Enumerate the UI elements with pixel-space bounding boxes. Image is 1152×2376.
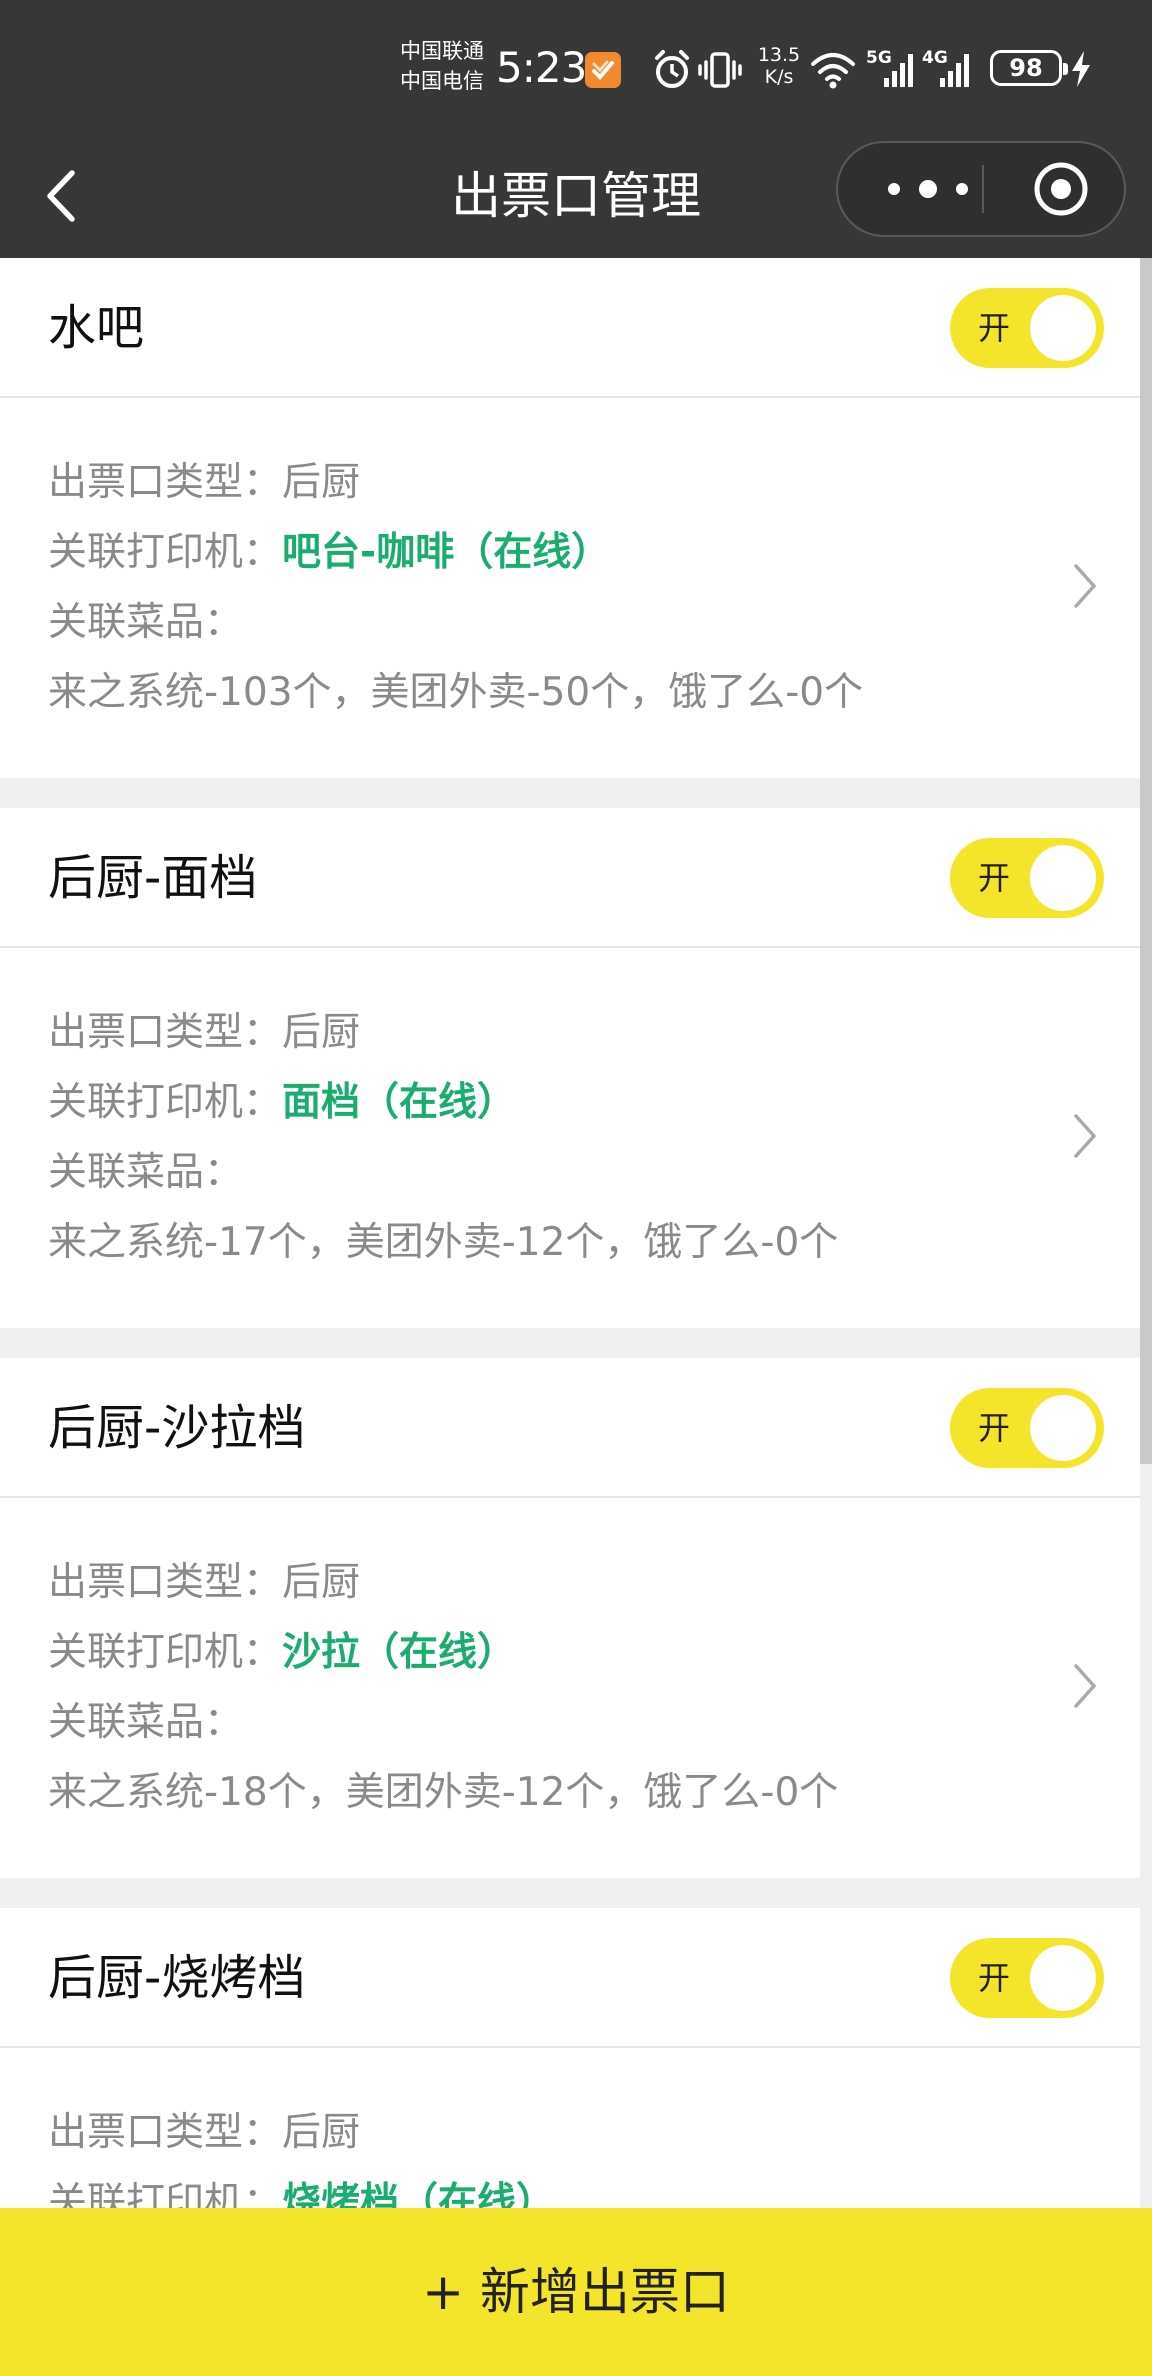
outlet-name: 后厨-面档 [48, 850, 258, 906]
type-value: 后厨 [282, 1010, 361, 1055]
add-ticket-outlet-button[interactable]: + 新增出票口 [0, 2208, 1152, 2376]
toggle-label: 开 [978, 859, 1011, 897]
outlet-name: 后厨-烧烤档 [48, 1950, 306, 2006]
chevron-right-icon [1074, 1664, 1096, 1708]
outlet-toggle[interactable]: 开 [950, 288, 1104, 368]
printer-value: 吧台-咖啡（在线） [282, 530, 611, 575]
toggle-label: 开 [978, 1959, 1011, 1997]
status-bar: 中国联通 中国电信 5:23 5G 4G 13.5 K/s 98 [0, 0, 1152, 135]
card-header: 后厨-沙拉档 开 [0, 1358, 1140, 1498]
notification-app-icon [585, 52, 621, 88]
card-detail-link[interactable]: 出票口类型：后厨 关联打印机：吧台-咖啡（在线） 关联菜品： 来之系统-103个… [0, 398, 1140, 778]
dishes-label: 关联菜品： [48, 600, 244, 645]
dishes-value: 来之系统-18个，美团外卖-12个，饿了么-0个 [48, 1770, 839, 1815]
carrier-1: 中国联通 [400, 39, 484, 63]
type-row: 出票口类型：后厨 [48, 2098, 555, 2168]
printer-row: 关联打印机：面档（在线） [48, 1068, 838, 1138]
wifi-icon [811, 53, 855, 89]
type-value: 后厨 [282, 460, 361, 505]
navigation-bar: 出票口管理 [0, 135, 1152, 258]
type-row: 出票口类型：后厨 [48, 998, 838, 1068]
printer-row: 关联打印机：吧台-咖啡（在线） [48, 518, 863, 588]
ticket-outlet-card: 后厨-沙拉档 开 出票口类型：后厨 关联打印机：沙拉（在线） 关联菜品： 来之系… [0, 1358, 1140, 1878]
toggle-label: 开 [978, 309, 1011, 347]
more-button[interactable] [878, 143, 978, 235]
card-header: 后厨-烧烤档 开 [0, 1908, 1140, 2048]
card-detail-link[interactable]: 出票口类型：后厨 关联打印机：面档（在线） 关联菜品： 来之系统-17个，美团外… [0, 948, 1140, 1328]
dishes-value: 来之系统-17个，美团外卖-12个，饿了么-0个 [48, 1220, 839, 1265]
network-speed-unit: K/s [764, 66, 794, 88]
network-speed: 13.5 K/s [756, 44, 802, 88]
printer-label: 关联打印机： [48, 1080, 283, 1125]
vibrate-icon [698, 52, 742, 88]
dishes-label: 关联菜品： [48, 1150, 244, 1195]
chevron-right-icon [1074, 564, 1096, 608]
outlet-info: 出票口类型：后厨 关联打印机：面档（在线） 关联菜品： 来之系统-17个，美团外… [48, 998, 838, 1278]
dishes-label: 关联菜品： [48, 1700, 244, 1745]
type-value: 后厨 [282, 2110, 361, 2155]
outlet-info: 出票口类型：后厨 关联打印机：吧台-咖啡（在线） 关联菜品： 来之系统-103个… [48, 448, 863, 728]
printer-value: 面档（在线） [282, 1080, 517, 1125]
outlet-toggle[interactable]: 开 [950, 1938, 1104, 2018]
close-miniprogram-button[interactable] [1018, 143, 1104, 235]
outlet-toggle[interactable]: 开 [950, 1388, 1104, 1468]
ticket-outlet-card: 后厨-面档 开 出票口类型：后厨 关联打印机：面档（在线） 关联菜品： 来之系统… [0, 808, 1140, 1328]
alarm-icon [655, 50, 689, 88]
type-label: 出票口类型： [48, 460, 283, 505]
printer-row: 关联打印机：沙拉（在线） [48, 1618, 838, 1688]
toggle-knob [1030, 295, 1096, 361]
toggle-knob [1030, 1945, 1096, 2011]
type-label: 出票口类型： [48, 1010, 283, 1055]
outlet-name: 后厨-沙拉档 [48, 1400, 306, 1456]
card-header: 后厨-面档 开 [0, 808, 1140, 948]
target-icon [1034, 162, 1088, 216]
dishes-value: 来之系统-103个，美团外卖-50个，饿了么-0个 [48, 670, 864, 715]
chevron-left-icon [47, 170, 75, 222]
signal-4g-label: 4G [922, 48, 948, 68]
signal-5g-label: 5G [866, 48, 892, 68]
type-label: 出票口类型： [48, 1560, 283, 1605]
printer-label: 关联打印机： [48, 1630, 283, 1675]
charging-bolt-icon [1072, 51, 1090, 87]
page-title: 出票口管理 [451, 167, 701, 225]
outlet-toggle[interactable]: 开 [950, 838, 1104, 918]
outlet-name: 水吧 [48, 300, 145, 356]
status-time: 5:23 [496, 43, 587, 92]
carrier-2: 中国电信 [400, 69, 484, 93]
toggle-knob [1030, 845, 1096, 911]
printer-label: 关联打印机： [48, 530, 283, 575]
capsule-divider [982, 165, 984, 213]
type-row: 出票口类型：后厨 [48, 448, 863, 518]
battery-indicator: 98 [990, 50, 1068, 86]
scrollbar[interactable] [1140, 258, 1152, 1464]
outlet-info: 出票口类型：后厨 关联打印机：沙拉（在线） 关联菜品： 来之系统-18个，美团外… [48, 1548, 838, 1828]
type-label: 出票口类型： [48, 2110, 283, 2155]
network-speed-value: 13.5 [757, 44, 801, 66]
carrier-info: 中国联通 中国电信 [400, 36, 492, 96]
card-header: 水吧 开 [0, 258, 1140, 398]
printer-value: 沙拉（在线） [282, 1630, 517, 1675]
toggle-label: 开 [978, 1409, 1011, 1447]
back-button[interactable] [40, 161, 84, 231]
miniprogram-capsule [836, 141, 1126, 237]
more-dots-icon [888, 180, 968, 198]
toggle-knob [1030, 1395, 1096, 1461]
ticket-outlet-list: 水吧 开 出票口类型：后厨 关联打印机：吧台-咖啡（在线） 关联菜品： 来之系统… [0, 258, 1140, 2376]
chevron-right-icon [1074, 1114, 1096, 1158]
card-detail-link[interactable]: 出票口类型：后厨 关联打印机：沙拉（在线） 关联菜品： 来之系统-18个，美团外… [0, 1498, 1140, 1878]
ticket-outlet-card: 水吧 开 出票口类型：后厨 关联打印机：吧台-咖啡（在线） 关联菜品： 来之系统… [0, 258, 1140, 778]
type-value: 后厨 [282, 1560, 361, 1605]
type-row: 出票口类型：后厨 [48, 1548, 838, 1618]
